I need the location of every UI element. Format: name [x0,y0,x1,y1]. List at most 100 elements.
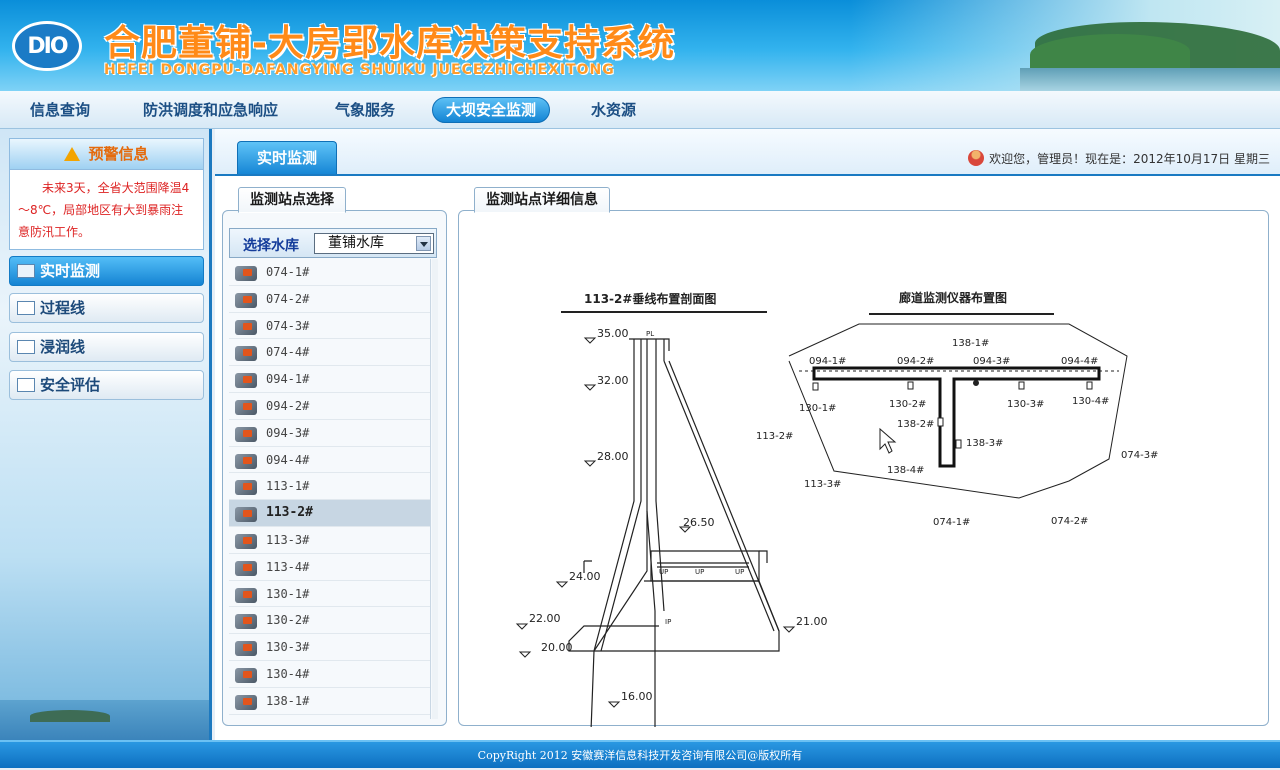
nav-item-water-resources[interactable]: 水资源 [591,98,636,122]
gallery-label-138-3: 138-3# [966,438,1003,449]
section-label-up2: UP [695,568,704,576]
station-icon [235,292,257,308]
station-item[interactable]: 074-3# [229,313,430,340]
station-label: 130-2# [266,613,310,628]
chart-icon [17,301,35,315]
station-item[interactable]: 094-4# [229,447,430,474]
station-icon [235,694,257,710]
station-label: 074-3# [266,318,310,333]
station-item[interactable]: 113-4# [229,554,430,581]
station-item[interactable]: 130-2# [229,607,430,635]
warning-header: 预警信息 [10,139,203,170]
dam-section-drawing [568,338,780,732]
station-icon [235,587,257,603]
gallery-label-094-4: 094-4# [1061,356,1098,367]
banner-trees-near [1030,34,1190,72]
sidebar-item-realtime[interactable]: 实时监测 [9,256,204,286]
chevron-down-icon[interactable] [416,236,431,251]
station-label: 074-1# [266,265,310,279]
gallery-label-138-2: 138-2# [897,419,934,430]
section-label-up1: UP [659,568,668,576]
station-list-scrollbar[interactable] [432,259,438,719]
sidebar: 预警信息 未来3天，全省大范围降温4～8℃，局部地区有大到暴雨注意防汛工作。 实… [0,129,212,740]
station-item[interactable]: 113-3# [229,527,430,554]
station-item[interactable]: 074-4# [229,339,430,367]
nav-item-weather[interactable]: 气象服务 [335,98,395,122]
monitoring-diagram: 113-2#垂线布置剖面图 PL UP UP UP IP 35.00 32.00… [515,290,1158,732]
nav-item-flood-control[interactable]: 防洪调度和应急响应 [143,98,278,122]
gallery-label-094-3: 094-3# [973,356,1010,367]
welcome-message: 欢迎您，管理员！现在是：2012年10月17日 星期三 [989,152,1270,166]
elevation-32: 32.00 [597,374,629,387]
sidebar-item-label: 安全评估 [40,376,101,394]
station-item[interactable]: 094-2# [229,393,430,420]
nav-item-info-query[interactable]: 信息查询 [30,98,90,122]
tab-realtime[interactable]: 实时监测 [237,141,337,174]
warning-icon [64,147,81,161]
user-icon [968,150,985,166]
nav-item-dam-safety[interactable]: 大坝安全监测 [432,97,551,123]
station-icon [235,560,257,576]
gallery-label-074-1: 074-1# [933,517,970,528]
gallery-label-130-1: 130-1# [799,403,836,414]
station-label: 113-4# [266,559,310,574]
monitor-icon [17,264,35,278]
station-item[interactable]: 130-1# [229,581,430,608]
sidebar-item-process-line[interactable]: 过程线 [9,293,204,323]
footer: CopyRight 2012 安徽赛洋信息科技开发咨询有限公司@版权所有 [0,740,1280,768]
station-item[interactable]: 094-3# [229,420,430,447]
reservoir-select[interactable]: 董铺水库 [314,233,434,254]
station-label: 138-1# [266,693,310,708]
station-item[interactable]: 130-3# [229,634,430,661]
station-icon [235,319,257,335]
gallery-label-074-2: 074-2# [1051,516,1088,527]
tab-bar: 实时监测 欢迎您，管理员！现在是：2012年10月17日 星期三 [215,129,1280,176]
gallery-label-094-1: 094-1# [809,356,846,367]
detail-panel: 113-2#垂线布置剖面图 PL UP UP UP IP 35.00 32.00… [458,210,1269,732]
station-item[interactable]: 074-2# [229,286,430,313]
main-content: 实时监测 欢迎您，管理员！现在是：2012年10月17日 星期三 监测站点选择 … [215,129,1280,740]
gallery-label-113-3: 113-3# [804,479,841,490]
gallery-label-113-2: 113-2# [756,431,793,442]
sidebar-item-safety-eval[interactable]: 安全评估 [9,370,204,400]
station-icon [235,426,257,442]
station-item[interactable]: 074-1# [229,259,430,286]
station-label: 074-4# [266,345,310,360]
station-list: 074-1# 074-2# 074-3# 074-4# 094-1# 094-2# 094-… [229,259,431,719]
gallery-label-094-2: 094-2# [897,356,934,367]
station-icon [235,480,257,496]
station-label: 094-3# [266,425,310,440]
station-icon [235,641,257,657]
mouse-cursor-icon [879,427,897,454]
station-label: 130-1# [266,586,310,601]
station-icon [235,346,257,362]
station-panel: 选择水库 董铺水库 074-1# 074-2# 074-3# 074-4# 094-1#… [222,210,447,726]
elevation-20: 20.00 [541,641,573,654]
gallery-label-130-4: 130-4# [1072,396,1109,407]
header-banner: DIO 合肥董铺-大房郢水库决策支持系统 HEFEI DONGPU-DAFANG… [0,0,1280,91]
main-nav: 信息查询 防洪调度和应急响应 气象服务 大坝安全监测 水资源 [0,91,1280,129]
sidebar-item-seepage-line[interactable]: 浸润线 [9,332,204,362]
sidebar-island-image [30,710,110,722]
station-icon [235,507,257,523]
elevation-24: 24.00 [569,570,601,583]
station-icon [235,373,257,389]
station-label: 130-4# [266,666,310,681]
station-icon [235,399,257,415]
station-item[interactable]: 113-2# [229,500,430,527]
section-label-pl: PL [646,330,654,338]
station-item[interactable]: 130-4# [229,661,430,688]
warning-title: 预警信息 [88,145,149,163]
elevation-21: 21.00 [796,615,828,628]
section-label-ip: IP [665,618,671,626]
station-icon [235,533,257,549]
station-item[interactable]: 138-1# [229,688,430,715]
station-item[interactable]: 094-1# [229,366,430,393]
logo: DIO [12,21,82,71]
elevation-16: 16.00 [621,690,653,703]
evaluation-icon [17,378,35,392]
station-item[interactable]: 113-1# [229,473,430,501]
station-label: 130-3# [266,640,310,655]
station-label: 074-2# [266,291,310,306]
station-icon [235,453,257,469]
